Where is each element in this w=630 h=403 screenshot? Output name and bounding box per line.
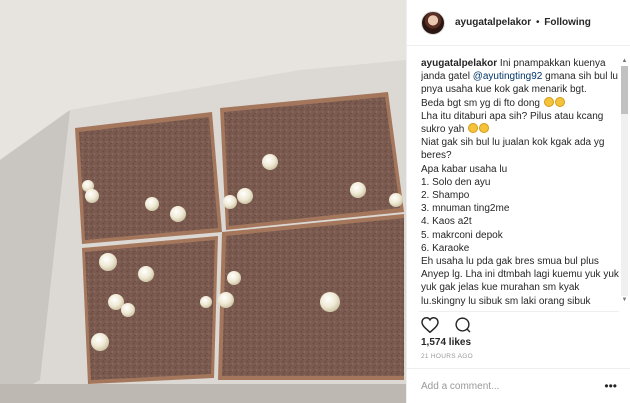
caption-line-apa: Apa kabar usaha lu <box>421 163 508 175</box>
ellipsis-icon[interactable]: ••• <box>604 380 617 392</box>
speech-bubble-icon[interactable] <box>451 314 473 336</box>
caption-line-eh: Eh usaha lu pda gak bres smua bul plus A… <box>421 256 619 307</box>
scroll-down-icon[interactable]: ▼ <box>621 297 628 304</box>
header-text: ayugatalpelakor • Following <box>455 17 591 28</box>
caption-line-beda: Beda bgt sm yg di fto dong <box>421 97 540 109</box>
cake-piece-bottom-right <box>218 214 404 380</box>
caption-list-item: 2. Shampo <box>421 190 470 202</box>
post-header: ayugatalpelakor • Following <box>407 0 630 46</box>
comment-bar: ••• <box>407 368 630 403</box>
caption-list-item: 3. mnuman ting2me <box>421 203 510 215</box>
post-side-panel: ayugatalpelakor • Following ayugatalpela… <box>406 0 630 403</box>
caption-list-item: 1. Solo den ayu <box>421 176 491 188</box>
caption-line-niat: Niat gak sih bul lu jualan kok kgak ada … <box>421 137 605 162</box>
likes-count[interactable]: 1,574 likes <box>421 337 471 348</box>
scroll-up-icon[interactable]: ▲ <box>621 58 628 65</box>
header-separator: • <box>535 17 540 28</box>
caption-author[interactable]: ayugatalpelakor <box>421 58 497 69</box>
following-button[interactable]: Following <box>544 17 591 28</box>
emoji-icon <box>468 123 479 134</box>
action-bar <box>419 311 619 333</box>
username-link[interactable]: ayugatalpelakor <box>455 17 531 28</box>
scroll-thumb[interactable] <box>621 66 628 114</box>
post-photo[interactable] <box>0 0 406 403</box>
caption-list-item: 5. makrconi depok <box>421 229 503 241</box>
caption-area: ayugatalpelakor Ini pnampakkan kuenya ja… <box>421 57 619 307</box>
heart-icon[interactable] <box>419 314 441 336</box>
cake-piece-top-left <box>75 112 222 244</box>
caption-scrollbar[interactable]: ▲ ▼ <box>621 58 628 304</box>
comment-input[interactable] <box>421 380 596 392</box>
emoji-icon <box>479 123 490 134</box>
caption-mention[interactable]: @ayutingting92 <box>473 71 543 82</box>
emoji-icon <box>554 96 565 107</box>
caption-line-lha: Lha itu ditaburi apa sih? Pilus atau kca… <box>421 110 604 136</box>
cake-photo-illustration <box>0 0 406 403</box>
avatar[interactable] <box>421 10 445 35</box>
caption-list-item: 6. Karaoke <box>421 242 470 254</box>
caption-list-item: 4. Kaos a2t <box>421 216 472 228</box>
emoji-icon <box>543 96 554 107</box>
post-timestamp[interactable]: 21 HOURS AGO <box>421 353 473 360</box>
cake-piece-top-right <box>220 92 404 230</box>
